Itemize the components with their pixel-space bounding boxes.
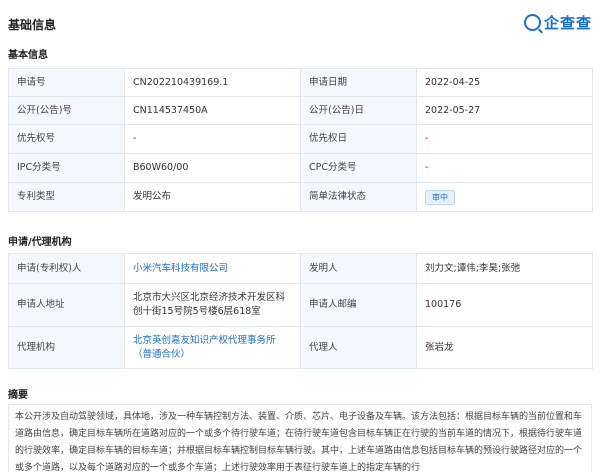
brand-logo[interactable]: 企查查 bbox=[523, 12, 592, 33]
page-title: 基础信息 bbox=[8, 18, 57, 32]
field-label: 优先权号 bbox=[8, 124, 125, 154]
field-value: CN114537450A bbox=[124, 96, 301, 125]
field-value: 发明公布 bbox=[124, 182, 301, 212]
table-row: 专利类型 发明公布 简单法律状态 审中 bbox=[8, 182, 593, 212]
field-value: 张岩龙 bbox=[416, 326, 593, 369]
field-label: 优先权日 bbox=[300, 124, 417, 154]
table-row: 申请人地址 北京市大兴区北京经济技术开发区科创十街15号院5号楼6层618室 申… bbox=[8, 283, 593, 327]
table-row: 申请号 CN202210439169.1 申请日期 2022-04-25 bbox=[8, 68, 593, 97]
table-row: 公开(公告)号 CN114537450A 公开(公告)日 2022-05-27 bbox=[8, 96, 593, 125]
field-value: - bbox=[124, 124, 301, 154]
field-label: 申请人邮编 bbox=[300, 283, 417, 327]
field-label: 代理机构 bbox=[8, 326, 125, 369]
legal-status-cell: 审中 bbox=[416, 182, 593, 212]
field-label: 公开(公告)号 bbox=[8, 96, 125, 125]
field-value: 北京市大兴区北京经济技术开发区科创十街15号院5号楼6层618室 bbox=[124, 283, 301, 327]
basic-info-table: 申请号 CN202210439169.1 申请日期 2022-04-25 公开(… bbox=[8, 68, 593, 212]
search-magnifier-icon bbox=[523, 14, 541, 31]
field-label: 发明人 bbox=[300, 253, 417, 284]
field-value: B60W60/00 bbox=[124, 153, 301, 183]
field-value: 刘力文;谭伟;李昊;张弛 bbox=[416, 253, 593, 284]
field-label: 公开(公告)日 bbox=[300, 96, 417, 125]
field-label: 简单法律状态 bbox=[300, 182, 417, 212]
field-label: 代理人 bbox=[300, 326, 417, 369]
section-title-basic: 基本信息 bbox=[8, 50, 48, 61]
field-value: - bbox=[416, 124, 593, 154]
field-label: CPC分类号 bbox=[300, 153, 417, 183]
applicant-cell[interactable]: 小米汽车科技有限公司 bbox=[124, 253, 301, 284]
field-label: 申请人地址 bbox=[8, 283, 125, 327]
field-value: CN202210439169.1 bbox=[124, 68, 301, 97]
field-label: 申请号 bbox=[8, 68, 125, 97]
table-row: 代理机构 北京英创嘉友知识产权代理事务所（普通合伙） 代理人 张岩龙 bbox=[8, 326, 593, 369]
table-row: IPC分类号 B60W60/00 CPC分类号 - bbox=[8, 153, 593, 183]
field-value: 2022-04-25 bbox=[416, 68, 593, 97]
section-title-abstract: 摘要 bbox=[8, 390, 28, 401]
table-row: 优先权号 - 优先权日 - bbox=[8, 124, 593, 154]
brand-name: 企查查 bbox=[543, 14, 592, 32]
field-value: 2022-05-27 bbox=[416, 96, 593, 125]
abstract-text: 本公开涉及自动驾驶领域，具体地，涉及一种车辆控制方法、装置、介质、芯片、电子设备… bbox=[8, 404, 592, 472]
field-label: 申请(专利权)人 bbox=[8, 253, 125, 284]
section-title-applicant: 申请/代理机构 bbox=[8, 237, 72, 248]
status-badge: 审中 bbox=[425, 189, 455, 205]
field-label: 专利类型 bbox=[8, 182, 125, 212]
field-value: - bbox=[416, 153, 593, 183]
applicant-info-table: 申请(专利权)人 小米汽车科技有限公司 发明人 刘力文;谭伟;李昊;张弛 申请人… bbox=[8, 253, 593, 369]
field-label: IPC分类号 bbox=[8, 153, 125, 183]
field-label: 申请日期 bbox=[300, 68, 417, 97]
table-row: 申请(专利权)人 小米汽车科技有限公司 发明人 刘力文;谭伟;李昊;张弛 bbox=[8, 253, 593, 284]
agency-cell[interactable]: 北京英创嘉友知识产权代理事务所（普通合伙） bbox=[124, 326, 301, 369]
field-value: 100176 bbox=[416, 283, 593, 327]
agency-link[interactable]: 北京英创嘉友知识产权代理事务所（普通合伙） bbox=[133, 335, 276, 360]
applicant-link[interactable]: 小米汽车科技有限公司 bbox=[133, 263, 228, 274]
